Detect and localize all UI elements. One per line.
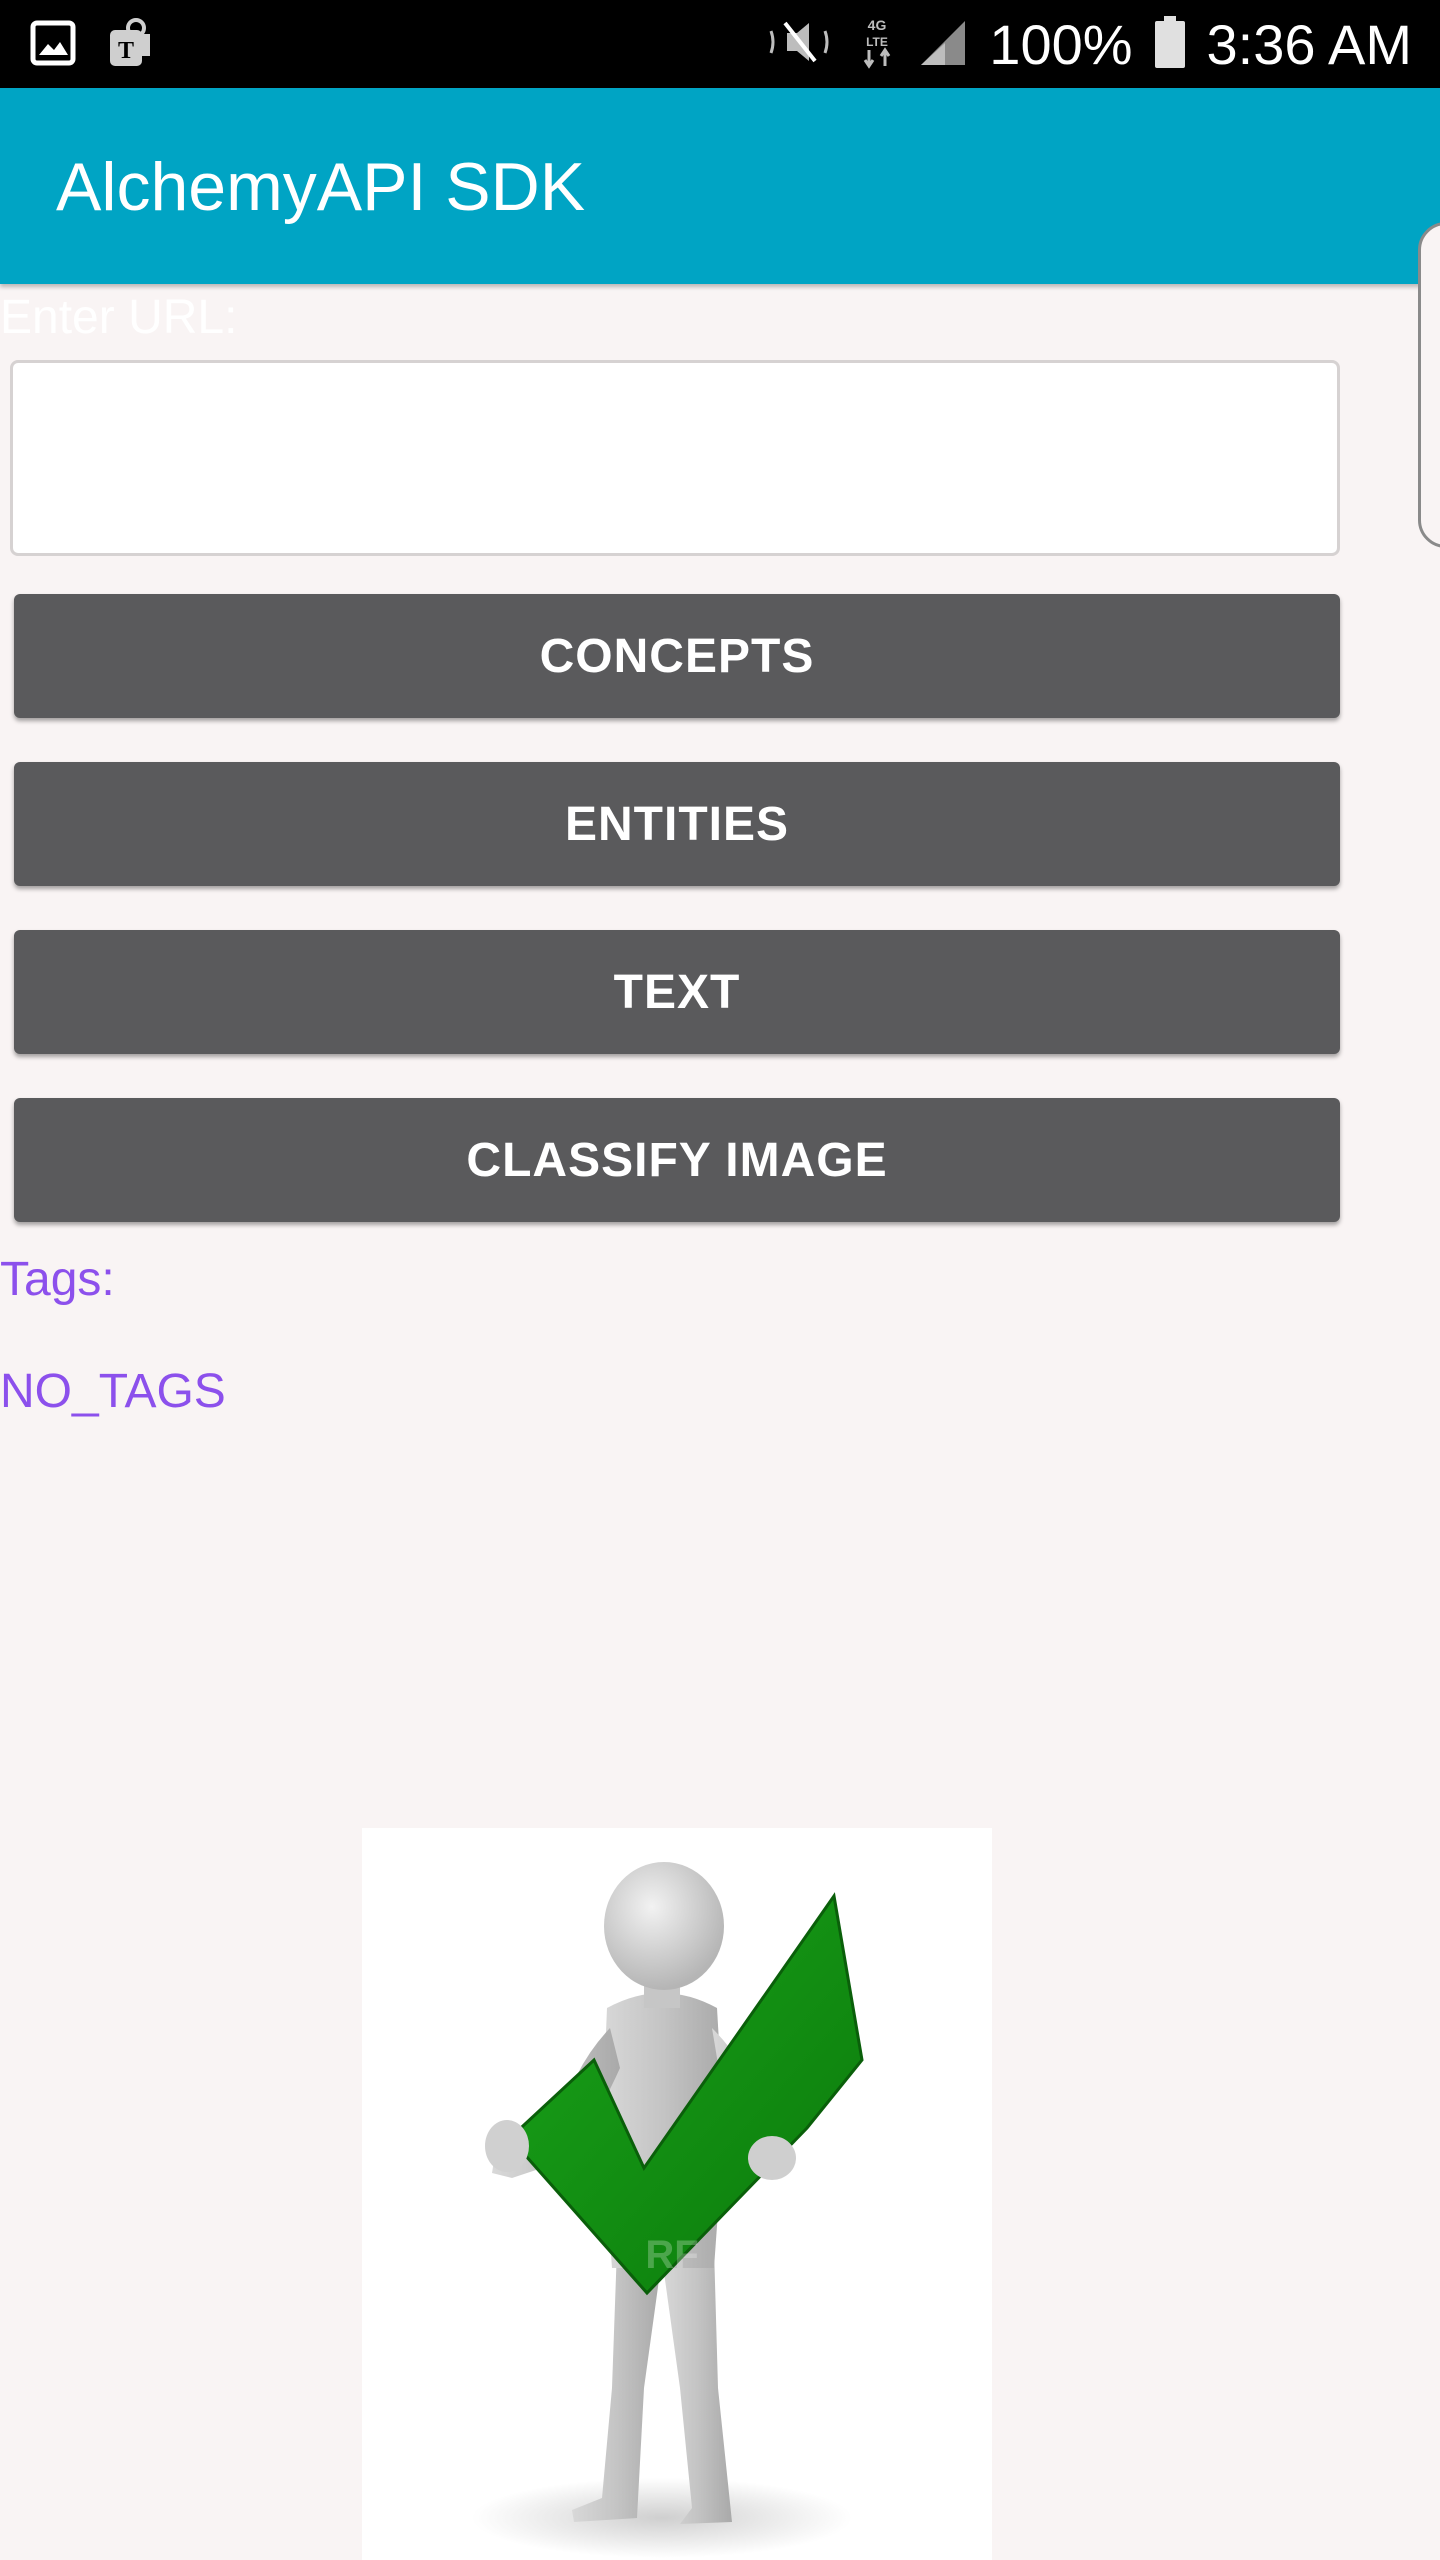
svg-text:RF: RF [645, 2233, 698, 2277]
text-button[interactable]: TEXT [14, 930, 1340, 1054]
person-with-checkmark-image: RF [362, 1828, 992, 2560]
app-title: AlchemyAPI SDK [56, 149, 586, 225]
4g-lte-icon: 4G LTE [857, 14, 897, 75]
mute-icon [765, 17, 835, 72]
battery-icon [1154, 15, 1185, 73]
entities-button[interactable]: ENTITIES [14, 762, 1340, 886]
svg-text:T: T [118, 38, 134, 64]
tags-value: NO_TAGS [0, 1365, 226, 1418]
clock: 3:36 AM [1206, 12, 1412, 76]
svg-text:LTE: LTE [866, 35, 888, 49]
svg-text:4G: 4G [868, 17, 887, 33]
concepts-button[interactable]: CONCEPTS [14, 594, 1340, 718]
gallery-icon [30, 20, 76, 71]
url-input[interactable] [10, 360, 1340, 556]
app-bar: AlchemyAPI SDK [0, 88, 1440, 284]
edge-panel-handle[interactable] [1418, 222, 1440, 548]
tmobile-icon: T [106, 16, 154, 75]
url-label: Enter URL: [0, 291, 238, 344]
signal-icon [919, 17, 967, 72]
battery-percent: 100% [989, 12, 1133, 76]
tags-label: Tags: [0, 1253, 115, 1306]
status-bar: T 4G LTE 100% 3:36 AM [0, 0, 1440, 88]
classify-image-button[interactable]: CLASSIFY IMAGE [14, 1098, 1340, 1222]
